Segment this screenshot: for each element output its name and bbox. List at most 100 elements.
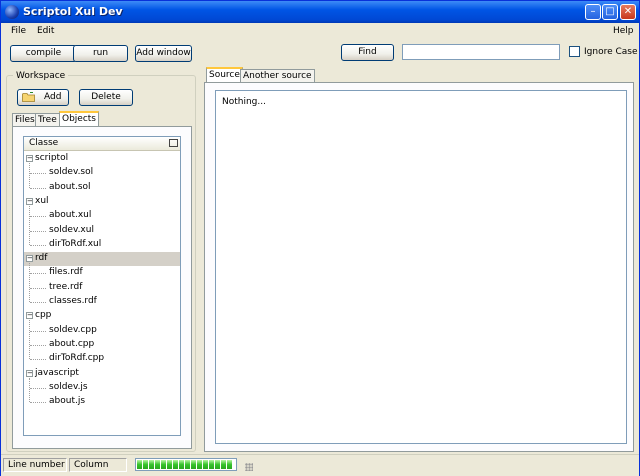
tree-connector xyxy=(30,387,46,389)
status-column: Column xyxy=(69,458,127,472)
tree-item-label: files.rdf xyxy=(49,267,83,278)
window-title: Scriptol Xul Dev xyxy=(23,5,123,18)
tree-item-label: classes.rdf xyxy=(49,296,97,306)
tree-connector xyxy=(30,359,46,361)
tree-connector xyxy=(30,302,46,303)
add-folder-icon xyxy=(22,92,35,102)
tree-group-label: javascript xyxy=(35,367,79,378)
class-tree[interactable]: Classe − scriptol soldev.sol about.sol − xul a… xyxy=(23,136,181,436)
tree-connector xyxy=(30,230,46,232)
tree-connector xyxy=(30,216,46,218)
tree-item[interactable]: soldev.cpp xyxy=(24,324,180,338)
tree-header-label: Classe xyxy=(29,138,59,148)
progress-segment xyxy=(209,460,214,469)
tree-item[interactable]: tree.rdf xyxy=(24,281,180,295)
add-window-button[interactable]: Add window xyxy=(135,45,192,62)
tab-source[interactable]: Source xyxy=(206,67,243,83)
tree-branch-line xyxy=(29,320,30,360)
app-globe-icon xyxy=(5,5,19,19)
tree-item[interactable]: about.xul xyxy=(24,209,180,223)
collapse-toggle-icon[interactable]: − xyxy=(26,155,33,162)
tab-tree[interactable]: Tree xyxy=(35,113,60,126)
close-button[interactable]: ✕ xyxy=(620,4,636,20)
collapse-toggle-icon[interactable]: − xyxy=(26,197,33,205)
run-button[interactable]: run xyxy=(73,45,128,62)
resize-grip-icon[interactable] xyxy=(245,463,253,471)
progress-segment xyxy=(227,460,232,469)
tree-group-xul[interactable]: − xul xyxy=(24,195,180,209)
tree-item[interactable]: dirToRdf.cpp xyxy=(24,352,180,366)
progress-segment xyxy=(155,460,160,469)
tree-branch-line xyxy=(29,205,30,245)
tree-item[interactable]: classes.rdf xyxy=(24,295,180,309)
tree-item-label: soldev.sol xyxy=(49,167,94,178)
tree-item[interactable]: soldev.xul xyxy=(24,224,180,238)
tree-connector xyxy=(30,244,46,246)
tab-files[interactable]: Files xyxy=(12,113,38,126)
tree-connector xyxy=(30,402,46,404)
tree-item[interactable]: soldev.sol xyxy=(24,166,180,180)
tree-group-label: xul xyxy=(35,195,49,206)
delete-button[interactable]: Delete xyxy=(79,89,133,106)
minimize-button[interactable]: – xyxy=(585,4,601,20)
tree-connector xyxy=(30,330,46,332)
editor-text: Nothing... xyxy=(222,97,266,107)
source-editor[interactable]: Nothing... xyxy=(215,90,627,444)
menu-help[interactable]: Help xyxy=(613,26,634,36)
tree-item-label: about.xul xyxy=(49,210,92,221)
tree-item-label: about.js xyxy=(49,396,86,407)
close-icon: ✕ xyxy=(623,6,633,17)
tab-another-source[interactable]: Another source xyxy=(240,69,315,82)
tree-group-label: scriptol xyxy=(35,153,69,163)
minimize-icon: – xyxy=(590,6,596,17)
tree-item-label: soldev.xul xyxy=(49,224,94,235)
status-line-number: Line number xyxy=(3,458,67,472)
menu-edit[interactable]: Edit xyxy=(37,26,54,36)
tree-item[interactable]: soldev.js xyxy=(24,381,180,395)
tree-item[interactable]: about.js xyxy=(24,395,180,409)
progress-segment xyxy=(197,460,202,469)
tree-item-label: soldev.js xyxy=(49,381,88,392)
collapse-toggle-icon[interactable]: − xyxy=(26,312,33,320)
progress-segment xyxy=(137,460,142,469)
menu-file[interactable]: File xyxy=(11,26,26,36)
find-button[interactable]: Find xyxy=(341,44,394,61)
tree-group-scriptol[interactable]: − scriptol xyxy=(24,152,180,166)
tree-group-rdf[interactable]: − rdf xyxy=(24,252,180,267)
tree-item[interactable]: dirToRdf.xul xyxy=(24,238,180,252)
collapse-toggle-icon[interactable]: − xyxy=(26,255,33,263)
tree-item-label: about.cpp xyxy=(49,338,95,349)
status-bar: Line number Column xyxy=(1,454,639,476)
tree-group-label: cpp xyxy=(35,310,52,321)
progress-segment xyxy=(173,460,178,469)
tree-item-label: tree.rdf xyxy=(49,281,83,292)
collapse-toggle-icon[interactable]: − xyxy=(26,369,33,377)
tree-item-label: dirToRdf.cpp xyxy=(49,353,105,364)
workspace-legend: Workspace xyxy=(13,71,69,81)
progress-fill xyxy=(137,460,232,469)
ignore-case-checkbox[interactable] xyxy=(569,46,580,57)
tree-column-header[interactable]: Classe xyxy=(24,137,180,151)
title-bar[interactable]: Scriptol Xul Dev – □ ✕ xyxy=(1,1,639,23)
search-input[interactable] xyxy=(402,44,560,60)
tree-item[interactable]: about.sol xyxy=(24,181,180,195)
tree-group-javascript[interactable]: − javascript xyxy=(24,367,180,381)
tab-objects[interactable]: Objects xyxy=(59,111,100,127)
maximize-button[interactable]: □ xyxy=(602,4,618,20)
tree-item[interactable]: about.cpp xyxy=(24,338,180,352)
tree-group-label: rdf xyxy=(35,253,48,264)
progress-segment xyxy=(221,460,226,469)
progress-segment xyxy=(185,460,190,469)
tree-connector xyxy=(30,173,46,175)
tree-group-cpp[interactable]: − cpp xyxy=(24,309,180,323)
tree-branch-line xyxy=(29,377,30,403)
column-picker-icon[interactable] xyxy=(169,139,178,147)
tree-item[interactable]: files.rdf xyxy=(24,266,180,280)
progress-segment xyxy=(143,460,148,469)
tree-connector xyxy=(30,344,46,346)
tree-item-label: dirToRdf.xul xyxy=(49,238,102,249)
add-button[interactable]: Add xyxy=(17,89,69,106)
tree-branch-line xyxy=(29,163,30,188)
tree-item-label: soldev.cpp xyxy=(49,324,97,335)
compile-button[interactable]: compile xyxy=(10,45,77,62)
